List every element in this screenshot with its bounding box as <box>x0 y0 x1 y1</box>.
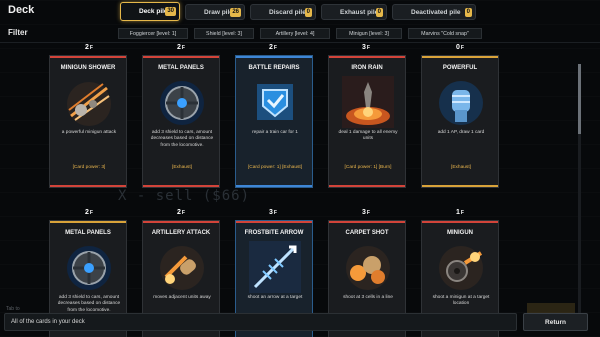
card-iron-rain[interactable]: IRON RAIN deal 1 damage to all enemy uni… <box>328 55 406 188</box>
rarity-bar <box>236 56 312 58</box>
tab-label: Deactivated pile <box>411 8 461 16</box>
frostbite-arrow-art <box>249 241 301 293</box>
card-cost: 3F <box>362 44 370 51</box>
tab-label: Discard pile <box>269 8 306 16</box>
tab-deactivated-pile[interactable]: Deactivated pile 0 <box>392 4 476 20</box>
filter-chip-foggiercer[interactable]: Foggiercer [level: 1] <box>118 28 188 39</box>
card-description: add 3 shield to cars, amount decreases b… <box>57 295 121 313</box>
footer-hint: Tab to <box>6 306 20 312</box>
rarity-bar <box>422 185 498 187</box>
metal-panels-art <box>160 81 204 125</box>
card-tags: [Card power: 1] [Burn] <box>344 165 392 170</box>
card-tags: [Card power: 3] <box>72 165 106 170</box>
card-name: CARPET SHOT <box>345 230 389 236</box>
filter-chip-minigun[interactable]: Minigun [level: 3] <box>336 28 402 39</box>
page-title: Deck <box>8 4 35 16</box>
card-name: METAL PANELS <box>158 65 204 71</box>
card-tags: [Exhaust] <box>172 165 192 170</box>
metal-panels-art <box>67 246 111 290</box>
tab-exhaust-pile[interactable]: Exhaust pile 0 <box>321 4 387 20</box>
tab-draw-pile[interactable]: Draw pile 26 <box>185 4 245 20</box>
background-sell-text: X - sell ($66) <box>118 188 251 204</box>
card-tags: [Card power: 1] [Exhaust] <box>247 165 303 170</box>
rarity-bar <box>236 185 312 187</box>
card-tags: [Exhaust] <box>451 165 471 170</box>
card-battle-repairs[interactable]: BATTLE REPAIRS repair a train car for 1 … <box>235 55 313 188</box>
rarity-bar <box>143 185 219 187</box>
carpet-shot-art <box>346 246 390 290</box>
filter-chip-shield[interactable]: Shield [level: 3] <box>194 28 254 39</box>
card-cost: 1F <box>456 209 464 216</box>
tab-deck-pile[interactable]: Deck pile 30 <box>120 2 180 21</box>
tab-label: Deck pile <box>139 8 168 15</box>
card-cost: 2F <box>85 209 93 216</box>
rarity-bar <box>143 56 219 58</box>
iron-rain-art <box>342 76 394 128</box>
return-button[interactable]: Return <box>523 313 588 331</box>
card-name: POWERFUL <box>442 65 478 71</box>
card-cost: 2F <box>269 44 277 51</box>
rarity-bar <box>329 221 405 223</box>
card-powerful[interactable]: POWERFUL add 1 AP, draw 1 card [Exhaust] <box>421 55 499 188</box>
scrollbar-thumb[interactable] <box>578 64 581 134</box>
card-name: METAL PANELS <box>65 230 111 236</box>
card-metal-panels[interactable]: METAL PANELS add 3 shield to cars, amoun… <box>142 55 220 188</box>
divider <box>0 42 600 43</box>
card-description: add 3 shield to cars, amount decreases b… <box>150 130 214 148</box>
card-name: ARTILLERY ATTACK <box>151 230 211 236</box>
footer-hint-glow <box>527 303 575 313</box>
tab-count: 0 <box>464 8 472 17</box>
tab-count: 26 <box>230 8 241 17</box>
card-description: shoot a minigun at a target location <box>432 295 490 307</box>
tab-count: 0 <box>375 8 383 17</box>
tab-label: Exhaust pile <box>340 8 379 16</box>
powerful-art <box>439 81 483 125</box>
minigun-shower-art <box>67 82 111 126</box>
rarity-bar <box>236 221 312 223</box>
tab-label: Draw pile <box>204 8 233 16</box>
rarity-bar <box>50 56 126 58</box>
card-description: shoot an arrow at a target <box>247 295 303 300</box>
card-name: MINIGUN SHOWER <box>60 65 116 71</box>
card-description: moves adjacent units away <box>153 295 211 300</box>
card-description: add 1 AP, draw 1 card <box>437 130 485 135</box>
rarity-bar <box>50 221 126 223</box>
minigun-art <box>439 246 483 290</box>
tab-count: 0 <box>304 8 312 17</box>
card-description: deal 1 damage to all enemy units <box>338 130 398 142</box>
artillery-attack-art <box>160 246 204 290</box>
tab-count: 30 <box>165 7 176 16</box>
card-description: repair a train car for 1 <box>252 130 298 135</box>
card-minigun-shower[interactable]: MINIGUN SHOWER a powerful minigun attack… <box>49 55 127 188</box>
header: Deck Deck pile 30 Draw pile 26 Discard p… <box>0 0 600 24</box>
card-cost: 2F <box>85 44 93 51</box>
filter-chip-cold-snap[interactable]: Marvins "Cold snap" <box>408 28 482 39</box>
filter-title: Filter <box>8 28 28 37</box>
card-description: shoot at 3 cells in a line <box>343 295 393 300</box>
filter-chip-artillery[interactable]: Artillery [level: 4] <box>260 28 330 39</box>
battle-repairs-art <box>257 84 293 120</box>
tab-discard-pile[interactable]: Discard pile 0 <box>250 4 316 20</box>
card-name: MINIGUN <box>447 230 473 236</box>
card-cost: 3F <box>362 209 370 216</box>
card-name: FROSTBITE ARROW <box>244 230 304 236</box>
card-name: BATTLE REPAIRS <box>248 65 300 71</box>
rarity-bar <box>422 56 498 58</box>
card-cost: 0F <box>456 44 464 51</box>
rarity-bar <box>422 221 498 223</box>
rarity-bar <box>50 185 126 187</box>
card-cost: 2F <box>177 44 185 51</box>
rarity-bar <box>329 56 405 58</box>
description-bar: All of the cards in your deck <box>4 313 517 331</box>
card-description: a powerful minigun attack <box>61 130 117 135</box>
card-name: IRON RAIN <box>351 65 383 71</box>
card-cost: 3F <box>269 209 277 216</box>
card-cost: 2F <box>177 209 185 216</box>
rarity-bar <box>143 221 219 223</box>
rarity-bar <box>329 185 405 187</box>
